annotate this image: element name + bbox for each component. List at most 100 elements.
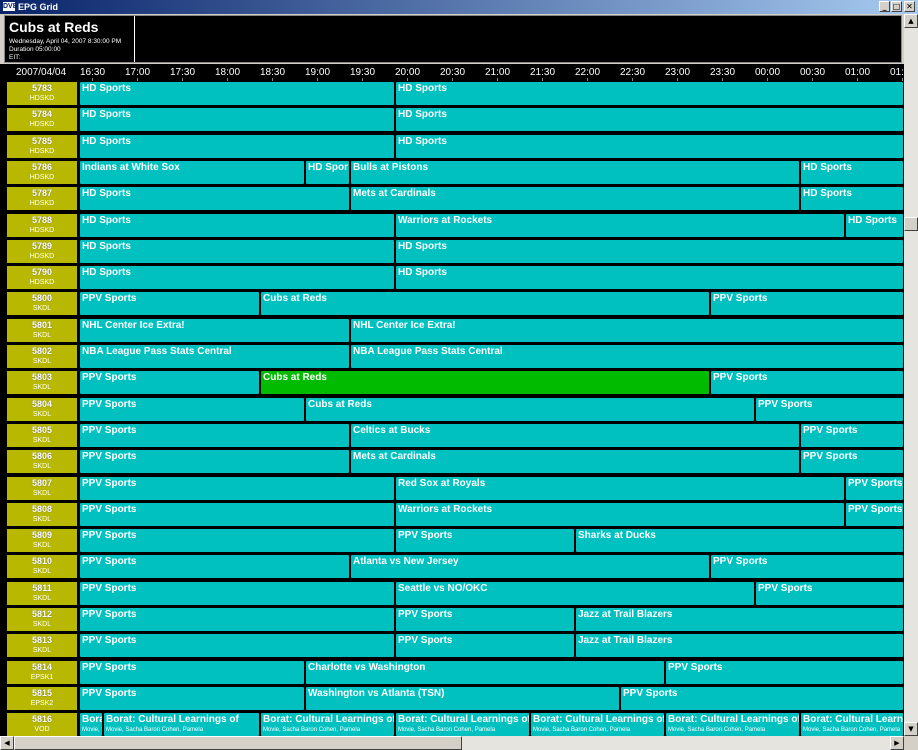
program-cell[interactable]: Atlanta vs New Jersey [350, 554, 710, 580]
scroll-down-button[interactable]: ▼ [904, 722, 918, 736]
program-cell[interactable]: Jazz at Trail Blazers [575, 607, 904, 632]
program-cell[interactable]: PPV Sports [79, 685, 305, 711]
program-cell[interactable]: PPV Sports [845, 501, 904, 527]
program-cell[interactable]: Seattle vs NO/OKC [395, 580, 755, 606]
program-cell[interactable]: PPV Sports [79, 528, 395, 554]
program-cell[interactable]: HD Sports [395, 81, 904, 106]
program-cell-selected[interactable]: Cubs at Reds [260, 370, 710, 396]
program-cell[interactable]: HD Sports [79, 212, 395, 238]
channel-cell[interactable]: 5804 SKDL [6, 396, 78, 422]
program-cell[interactable]: Bulls at Pistons [350, 159, 800, 185]
channel-cell[interactable]: 5816 VOD [6, 712, 78, 736]
scroll-up-button[interactable]: ▲ [904, 14, 918, 28]
program-cell[interactable]: PPV Sports [79, 449, 350, 475]
program-cell[interactable]: Red Sox at Royals [395, 475, 845, 501]
channel-cell[interactable]: 5783 HDSKD [6, 81, 78, 106]
channel-cell[interactable]: 5805 SKDL [6, 422, 78, 448]
program-cell[interactable]: Sharks at Ducks [575, 528, 904, 554]
channel-cell[interactable]: 5790 HDSKD [6, 265, 78, 291]
channel-cell[interactable]: 5810 SKDL [6, 554, 78, 580]
program-cell[interactable]: Warriors at Rockets [395, 212, 845, 238]
program-cell[interactable]: HD Sports [395, 265, 904, 291]
program-cell[interactable]: Borat: Cultural Learnings ofMovie, Sacha… [395, 712, 530, 736]
program-cell[interactable]: HD Sports [79, 238, 395, 264]
program-cell[interactable]: PPV Sports [79, 607, 395, 632]
minimize-button[interactable]: _ [879, 1, 890, 12]
channel-cell[interactable]: 5784 HDSKD [6, 107, 78, 133]
program-cell[interactable]: PPV Sports [710, 554, 904, 580]
channel-cell[interactable]: 5814 EPSK1 [6, 659, 78, 685]
program-cell[interactable]: HD Sports [79, 81, 395, 106]
program-cell[interactable]: Cubs at Reds [305, 396, 755, 422]
program-cell[interactable]: PPV Sports [79, 396, 305, 422]
program-cell[interactable]: HD Sports [79, 186, 350, 212]
program-cell[interactable]: PPV Sports [395, 528, 575, 554]
program-cell[interactable]: PPV Sports [710, 291, 904, 317]
program-cell[interactable]: NHL Center Ice Extra! [350, 317, 904, 343]
program-cell[interactable]: HD Sports [395, 133, 904, 159]
program-cell[interactable]: PPV Sports [79, 370, 260, 396]
program-cell[interactable]: HD Sports [800, 186, 904, 212]
maximize-button[interactable]: □ [891, 1, 902, 12]
program-cell[interactable]: NBA League Pass Stats Central [350, 344, 904, 369]
program-cell[interactable]: PPV Sports [800, 422, 904, 448]
program-cell[interactable]: PPV Sports [755, 580, 904, 606]
program-cell[interactable]: Warriors at Rockets [395, 501, 845, 527]
program-cell[interactable]: HD Sports [800, 159, 904, 185]
channel-cell[interactable]: 5808 SKDL [6, 501, 78, 527]
channel-cell[interactable]: 5788 HDSKD [6, 212, 78, 238]
channel-cell[interactable]: 5815 EPSK2 [6, 685, 78, 711]
channel-cell[interactable]: 5787 HDSKD [6, 186, 78, 212]
program-cell[interactable]: Cubs at Reds [260, 291, 710, 317]
window-title-bar[interactable]: DVB EPG Grid _ □ ✕ [0, 0, 918, 14]
program-cell[interactable]: Borat: Cultural Learnings ofMovie, Sacha… [103, 712, 260, 736]
program-cell[interactable]: PPV Sports [620, 685, 904, 711]
program-cell[interactable]: NBA League Pass Stats Central [79, 344, 350, 369]
program-cell[interactable]: Borat: Cultural Learnings ofMovie, Sacha… [665, 712, 800, 736]
program-cell[interactable]: PPV Sports [755, 396, 904, 422]
channel-cell[interactable]: 5807 SKDL [6, 475, 78, 501]
program-cell[interactable]: PPV Sports [395, 607, 575, 632]
channel-cell[interactable]: 5813 SKDL [6, 633, 78, 659]
program-cell[interactable]: Borat: Cultural Learnings ofMovie, Sacha… [530, 712, 665, 736]
program-cell[interactable]: PPV Sports [79, 580, 395, 606]
program-cell[interactable]: HD Sports [79, 107, 395, 133]
program-cell[interactable]: PPV Sports [665, 659, 904, 685]
vertical-scroll-thumb[interactable] [904, 217, 918, 231]
program-cell[interactable]: Borat: Cultural Learnings ofMovie, Sacha… [260, 712, 395, 736]
close-button[interactable]: ✕ [904, 1, 915, 12]
program-cell[interactable]: HD Sports [845, 212, 904, 238]
program-cell[interactable]: PPV Sports [845, 475, 904, 501]
program-cell[interactable]: HD Sports [79, 133, 395, 159]
program-cell[interactable]: PPV Sports [79, 475, 395, 501]
program-cell[interactable]: HD Sports [395, 238, 904, 264]
program-cell[interactable]: Washington vs Atlanta (TSN) [305, 685, 620, 711]
horizontal-scroll-thumb[interactable] [14, 736, 462, 750]
program-cell[interactable]: HD Sports [79, 265, 395, 291]
channel-cell[interactable]: 5803 SKDL [6, 370, 78, 396]
program-cell[interactable]: Indians at White Sox [79, 159, 305, 185]
channel-cell[interactable]: 5800 SKDL [6, 291, 78, 317]
scroll-right-button[interactable]: ▶ [890, 736, 904, 750]
program-cell[interactable]: Mets at Cardinals [350, 186, 800, 212]
channel-cell[interactable]: 5809 SKDL [6, 528, 78, 554]
program-cell[interactable]: HD Spor [305, 159, 350, 185]
channel-cell[interactable]: 5789 HDSKD [6, 238, 78, 264]
program-cell[interactable]: PPV Sports [79, 501, 395, 527]
program-cell[interactable]: HD Sports [395, 107, 904, 133]
channel-cell[interactable]: 5806 SKDL [6, 449, 78, 475]
channel-cell[interactable]: 5812 SKDL [6, 607, 78, 632]
channel-cell[interactable]: 5811 SKDL [6, 580, 78, 606]
program-cell[interactable]: Borat: CMovie, Sacha [79, 712, 103, 736]
program-cell[interactable]: Charlotte vs Washington [305, 659, 665, 685]
channel-cell[interactable]: 5801 SKDL [6, 317, 78, 343]
vertical-scrollbar[interactable] [904, 14, 918, 736]
program-cell[interactable]: Borat: Cultural Learnings ofMovie, Sacha… [800, 712, 904, 736]
program-cell[interactable]: PPV Sports [800, 449, 904, 475]
channel-cell[interactable]: 5786 HDSKD [6, 159, 78, 185]
program-cell[interactable]: NHL Center Ice Extra! [79, 317, 350, 343]
program-cell[interactable]: PPV Sports [79, 633, 395, 659]
program-cell[interactable]: Jazz at Trail Blazers [575, 633, 904, 659]
program-cell[interactable]: PPV Sports [79, 291, 260, 317]
program-cell[interactable]: Celtics at Bucks [350, 422, 800, 448]
